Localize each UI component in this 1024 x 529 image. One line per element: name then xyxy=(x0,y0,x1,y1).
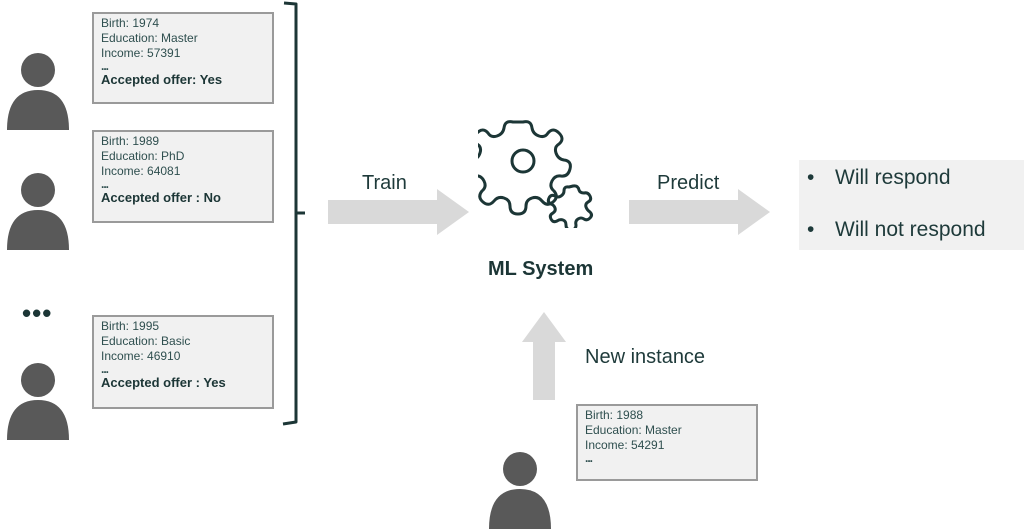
birth-field: Birth: 1974 xyxy=(101,16,160,30)
training-example-card: Birth: 1989 Education: PhD Income: 64081… xyxy=(92,130,274,223)
new-instance-card: Birth: 1988 Education: Master Income: 54… xyxy=(576,404,758,481)
prediction-item: • Will respond xyxy=(807,166,951,190)
predict-arrow-icon xyxy=(629,189,770,235)
training-example-card: Birth: 1974 Education: Master Income: 57… xyxy=(92,12,274,104)
education-field: Education: Basic xyxy=(101,334,191,348)
bullet: • xyxy=(807,218,815,241)
prediction-results: • Will respond • Will not respond xyxy=(799,160,1024,250)
education-field: Education: PhD xyxy=(101,149,185,163)
prediction-item: • Will not respond xyxy=(807,218,986,242)
person-icon xyxy=(7,363,69,440)
education-field: Education: Master xyxy=(585,423,682,437)
bullet: • xyxy=(807,166,815,189)
person-icon xyxy=(489,452,551,529)
income-field: Income: 64081 xyxy=(101,164,181,178)
ellipsis: ... xyxy=(101,177,109,191)
prediction-text: Will not respond xyxy=(835,218,986,241)
birth-field: Birth: 1989 xyxy=(101,134,160,148)
training-example-card: Birth: 1995 Education: Basic Income: 469… xyxy=(92,315,274,409)
ellipsis: ... xyxy=(101,59,109,73)
person-icon xyxy=(7,53,69,130)
new-instance-label: New instance xyxy=(585,346,706,368)
accepted-offer-label: Accepted offer: Yes xyxy=(101,72,223,87)
ellipsis: ... xyxy=(101,362,109,376)
birth-field: Birth: 1988 xyxy=(585,408,644,422)
more-examples-indicator: ••• xyxy=(22,298,53,328)
income-field: Income: 57391 xyxy=(101,46,181,60)
birth-field: Birth: 1995 xyxy=(101,319,160,333)
train-arrow-icon xyxy=(328,189,469,235)
ellipsis: ... xyxy=(585,451,593,465)
prediction-text: Will respond xyxy=(835,166,951,189)
new-instance-arrow-icon xyxy=(522,312,566,400)
income-field: Income: 54291 xyxy=(585,438,665,452)
accepted-offer-label: Accepted offer : No xyxy=(101,190,221,205)
accepted-offer-label: Accepted offer : Yes xyxy=(101,375,226,390)
ml-system-label: ML System xyxy=(488,258,594,280)
income-field: Income: 46910 xyxy=(101,349,181,363)
education-field: Education: Master xyxy=(101,31,198,45)
gears-icon xyxy=(478,120,593,228)
person-icon xyxy=(7,173,69,250)
bracket-icon xyxy=(282,1,305,426)
